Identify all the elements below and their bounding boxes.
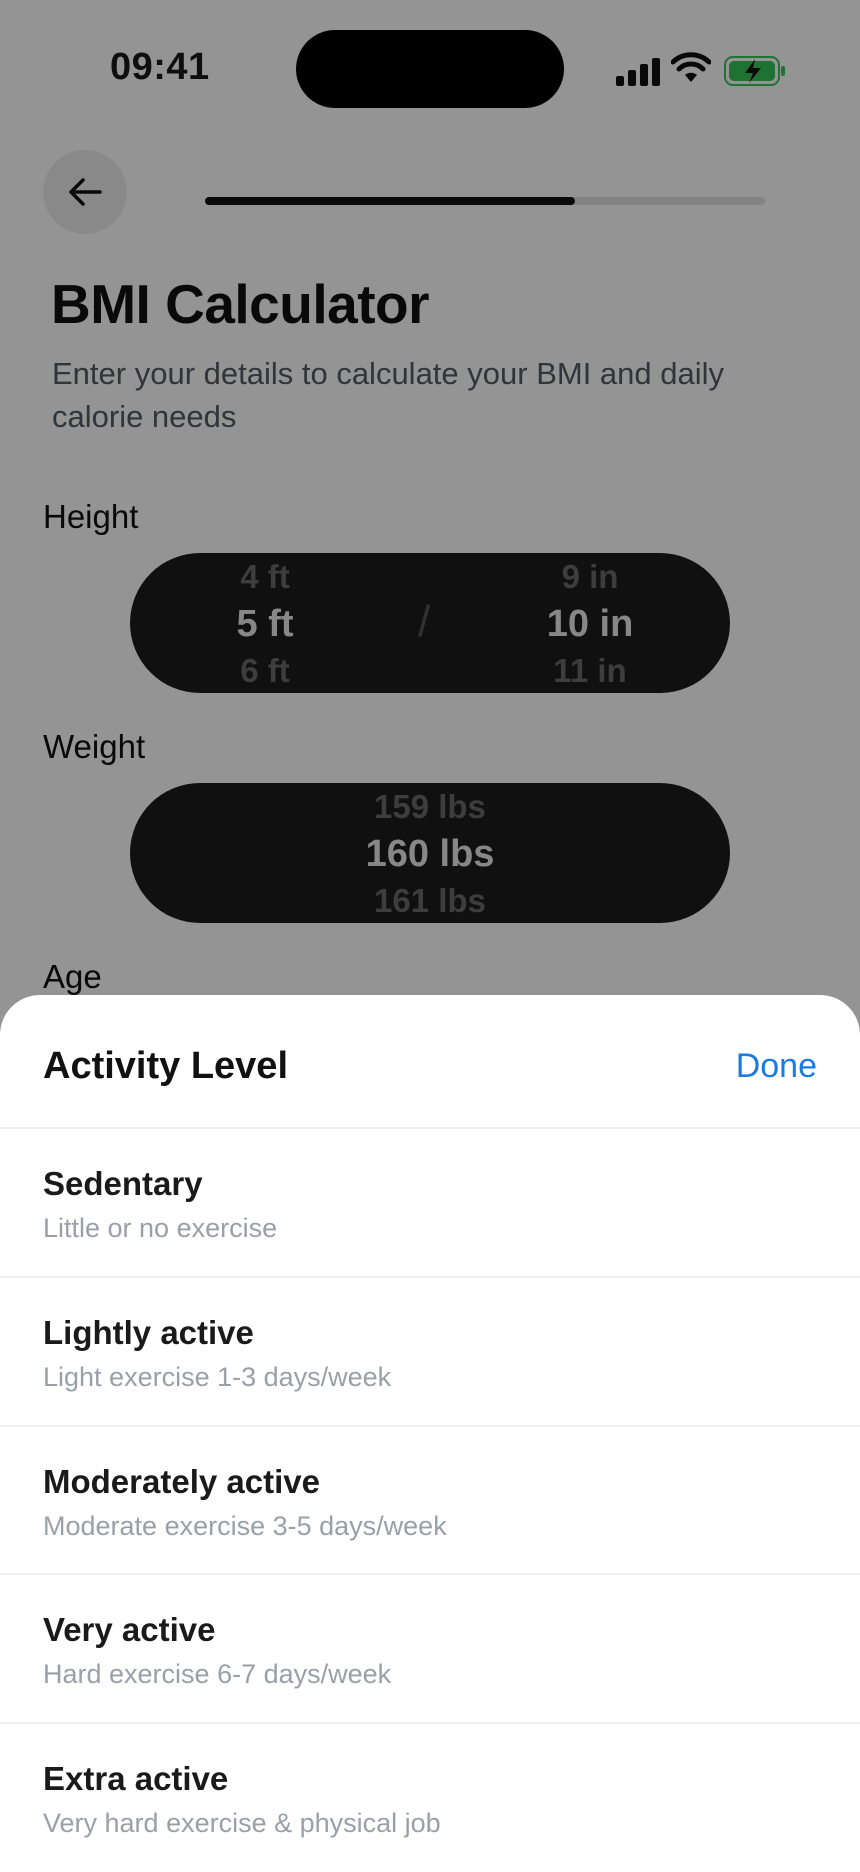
option-title: Moderately active [43, 1463, 320, 1500]
activity-option-lightly-active[interactable]: Lightly active Light exercise 1-3 days/w… [0, 1278, 860, 1426]
activity-option-extra-active[interactable]: Extra active Very hard exercise & physic… [0, 1724, 860, 1872]
option-title: Very active [43, 1611, 216, 1648]
activity-option-very-active[interactable]: Very active Hard exercise 6-7 days/week [0, 1575, 860, 1723]
option-subtitle: Little or no exercise [43, 1213, 278, 1243]
option-title: Lightly active [43, 1314, 254, 1351]
option-title: Sedentary [43, 1165, 203, 1202]
option-subtitle: Hard exercise 6-7 days/week [43, 1659, 392, 1689]
option-subtitle: Very hard exercise & physical job [43, 1808, 441, 1838]
done-button[interactable]: Done [736, 1047, 817, 1086]
option-subtitle: Light exercise 1-3 days/week [43, 1362, 392, 1392]
option-subtitle: Moderate exercise 3-5 days/week [43, 1511, 447, 1541]
option-title: Extra active [43, 1760, 229, 1797]
bmi-calculator-screen: 09:41 BMI Calculator Enter your details … [0, 0, 860, 1869]
activity-level-sheet: Activity Level Done Sedentary Little or … [0, 995, 860, 1869]
activity-option-sedentary[interactable]: Sedentary Little or no exercise [0, 1129, 860, 1277]
sheet-title: Activity Level [43, 1045, 288, 1087]
activity-option-moderately-active[interactable]: Moderately active Moderate exercise 3-5 … [0, 1427, 860, 1575]
